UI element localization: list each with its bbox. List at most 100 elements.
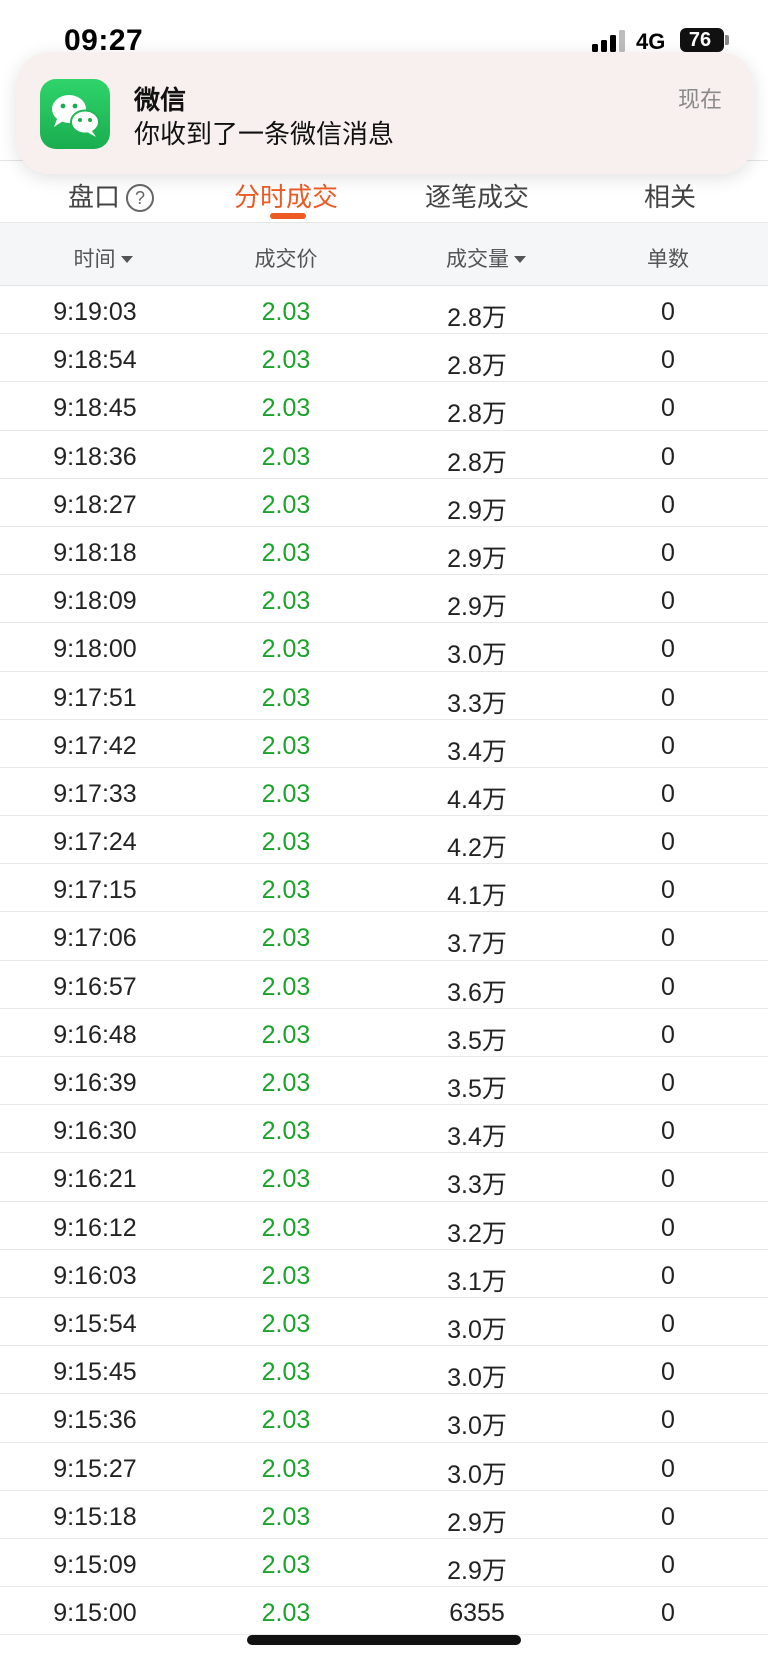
table-row: 9:17:15 2.03 4.1万 0 <box>0 864 768 913</box>
table-row: 9:15:09 2.03 2.9万 0 <box>0 1539 768 1588</box>
trade-price: 2.03 <box>261 538 311 567</box>
trade-volume: 4.4万 <box>447 785 507 814</box>
trade-count: 0 <box>661 1599 675 1628</box>
trade-time: 9:15:09 <box>53 1550 137 1579</box>
sort-down-icon <box>514 256 526 263</box>
trade-volume: 3.3万 <box>447 1171 507 1200</box>
tab-tick-trades[interactable]: 逐笔成交 <box>425 177 529 214</box>
trade-volume: 6355 <box>449 1599 505 1628</box>
trade-time: 9:15:36 <box>53 1406 137 1435</box>
trade-price: 2.03 <box>261 924 311 953</box>
table-row: 9:17:24 2.03 4.2万 0 <box>0 816 768 865</box>
tab-pankou[interactable]: 盘口? <box>68 177 155 214</box>
battery-icon: 76 <box>680 28 724 52</box>
trade-count: 0 <box>661 1117 675 1146</box>
trade-time: 9:16:57 <box>53 972 137 1001</box>
table-row: 9:15:27 2.03 3.0万 0 <box>0 1443 768 1491</box>
wechat-icon <box>40 79 110 149</box>
trade-volume: 3.1万 <box>447 1267 507 1296</box>
trade-count: 0 <box>661 538 675 567</box>
trade-price: 2.03 <box>261 972 311 1001</box>
trade-volume: 3.4万 <box>447 737 507 766</box>
table-row: 9:15:18 2.03 2.9万 0 <box>0 1491 768 1539</box>
trade-price: 2.03 <box>261 394 311 423</box>
column-time-sort[interactable]: 时间 <box>8 243 198 273</box>
table-row: 9:18:09 2.03 2.9万 0 <box>0 575 768 624</box>
trade-count: 0 <box>661 1069 675 1097</box>
tab-label: 盘口 <box>68 182 121 212</box>
trade-price: 2.03 <box>261 635 311 664</box>
trade-count: 0 <box>661 442 675 471</box>
trade-list[interactable]: 9:19:03 2.03 2.8万 0 9:18:54 2.03 2.8万 0 9:18:45 2… <box>0 286 768 1636</box>
table-row: 9:16:12 2.03 3.2万 0 <box>0 1202 768 1250</box>
column-volume-sort[interactable]: 成交量 <box>391 243 581 273</box>
status-bar: 09:27 4G 76 <box>0 0 768 57</box>
trade-price: 2.03 <box>261 1406 311 1435</box>
trade-price: 2.03 <box>261 1599 311 1628</box>
trade-price: 2.03 <box>261 1309 311 1338</box>
trade-price: 2.03 <box>261 731 311 760</box>
tab-label: 相关 <box>644 182 697 212</box>
trade-price: 2.03 <box>261 346 311 375</box>
trade-count: 0 <box>661 876 675 905</box>
tab-related[interactable]: 相关 <box>644 177 696 214</box>
trade-volume: 3.2万 <box>447 1219 507 1248</box>
tab-time-sales[interactable]: 分时成交 <box>234 177 338 214</box>
table-row: 9:15:54 2.03 3.0万 0 <box>0 1298 768 1347</box>
trade-price: 2.03 <box>261 1213 311 1242</box>
trade-volume: 3.5万 <box>447 1075 507 1103</box>
trade-count: 0 <box>661 346 675 375</box>
trade-time: 9:17:42 <box>53 731 137 760</box>
trade-price: 2.03 <box>261 490 311 519</box>
table-row: 9:18:00 2.03 3.0万 0 <box>0 623 768 672</box>
trade-volume: 2.8万 <box>447 400 507 429</box>
trade-price: 2.03 <box>261 1261 311 1290</box>
trade-count: 0 <box>661 1261 675 1290</box>
trade-time: 9:18:00 <box>53 635 137 664</box>
trade-time: 9:18:18 <box>53 538 137 567</box>
trade-count: 0 <box>661 779 675 808</box>
trade-volume: 2.9万 <box>447 1556 507 1585</box>
table-row: 9:16:39 2.03 3.5万 0 <box>0 1057 768 1106</box>
trade-volume: 2.8万 <box>447 352 507 381</box>
trade-count: 0 <box>661 635 675 664</box>
trade-price: 2.03 <box>261 779 311 808</box>
table-row: 9:15:36 2.03 3.0万 0 <box>0 1394 768 1443</box>
trade-time: 9:17:24 <box>53 828 137 857</box>
table-row: 9:16:03 2.03 3.1万 0 <box>0 1250 768 1298</box>
column-label: 成交量 <box>446 248 509 271</box>
notification-banner[interactable]: 微信 你收到了一条微信消息 现在 <box>16 52 754 174</box>
table-row: 9:17:51 2.03 3.3万 0 <box>0 672 768 720</box>
trade-count: 0 <box>661 1454 675 1483</box>
trade-count: 0 <box>661 1309 675 1338</box>
table-header: 时间 成交价 成交量 单数 <box>0 222 768 286</box>
column-label: 时间 <box>73 248 116 271</box>
table-row: 9:15:00 2.03 6355 0 <box>0 1587 768 1636</box>
trade-volume: 3.0万 <box>447 1460 507 1489</box>
trade-count: 0 <box>661 394 675 423</box>
trade-volume: 2.9万 <box>447 593 507 622</box>
help-icon[interactable]: ? <box>126 184 155 212</box>
table-row: 9:16:57 2.03 3.6万 0 <box>0 961 768 1009</box>
trade-price: 2.03 <box>261 298 311 326</box>
trade-price: 2.03 <box>261 1550 311 1579</box>
trade-count: 0 <box>661 972 675 1001</box>
table-row: 9:16:21 2.03 3.3万 0 <box>0 1153 768 1202</box>
tab-label: 逐笔成交 <box>425 182 530 212</box>
notification-message: 你收到了一条微信消息 <box>134 119 395 149</box>
trade-price: 2.03 <box>261 587 311 616</box>
trade-price: 2.03 <box>261 828 311 857</box>
trade-count: 0 <box>661 1358 675 1387</box>
trade-count: 0 <box>661 1550 675 1579</box>
trade-volume: 2.9万 <box>447 496 507 525</box>
trade-count: 0 <box>661 683 675 712</box>
battery-cap <box>725 35 729 45</box>
column-label: 单数 <box>647 248 689 271</box>
trade-count: 0 <box>661 828 675 857</box>
trade-time: 9:18:54 <box>53 346 137 375</box>
trade-volume: 3.6万 <box>447 978 507 1007</box>
home-indicator[interactable] <box>247 1635 521 1645</box>
trade-time: 9:16:39 <box>53 1069 137 1097</box>
screen: 09:27 4G 76 微信 你收到了一条微信消息 现在 盘口 ? 分时成交 逐… <box>0 0 768 1663</box>
table-row: 9:17:42 2.03 3.4万 0 <box>0 720 768 768</box>
